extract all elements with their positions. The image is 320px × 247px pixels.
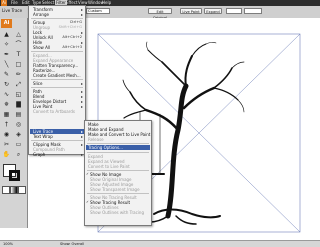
menu-separator [31, 18, 83, 19]
menu-separator [87, 193, 149, 194]
object-menu-create-gradient-mesh[interactable]: Create Gradient Mesh... [33, 73, 81, 78]
menu-item-label: Convert to Artboards [33, 109, 75, 114]
menu-shortcut: Alt+Ctrl+3 [62, 45, 82, 49]
free-transform-tool-icon[interactable]: ◱ [13, 90, 24, 99]
menu-item-label: Text Wrap [33, 134, 53, 139]
live-paint-bucket-tool-icon[interactable]: ◉ [1, 130, 12, 139]
gradient-mode-icon[interactable] [10, 186, 18, 194]
type-tool-icon[interactable]: T [13, 50, 24, 59]
blend-tool-icon[interactable]: ◎ [13, 120, 24, 129]
control-swatch-field[interactable] [226, 8, 242, 14]
submenu-arrow-icon: ▸ [80, 142, 83, 147]
lasso-tool-icon[interactable]: ⌒ [13, 40, 24, 49]
menu-item-label: Create Gradient Mesh... [33, 73, 81, 78]
none-mode-icon[interactable] [18, 186, 26, 194]
live-paint-selection-tool-icon[interactable]: ◈ [13, 130, 24, 139]
hand-tool-icon[interactable]: ✋ [1, 150, 12, 159]
object-menu-show-all[interactable]: Show All [33, 45, 50, 50]
live-trace-submenu: Make Make and Expand Make and Convert to… [84, 120, 152, 226]
checkmark-icon: ✓ [86, 200, 89, 204]
menu-item-label: Tracing Options... [88, 145, 123, 150]
magic-wand-tool-icon[interactable]: ✧ [1, 40, 12, 49]
zoom-tool-icon[interactable]: ⌕ [13, 150, 24, 159]
live-trace-show-outlines-with-tracing[interactable]: Show Outlines with Tracing [90, 210, 144, 215]
checkmark-icon: ✓ [86, 172, 89, 176]
graph-tool-icon[interactable]: ▇ [13, 100, 24, 109]
zoom-level[interactable]: 100% [3, 241, 13, 247]
menu-shortcut: Shift+Ctrl+G [58, 25, 82, 29]
symbol-sprayer-tool-icon[interactable]: ✵ [1, 100, 12, 109]
gradient-tool-icon[interactable]: ▤ [13, 110, 24, 119]
control-options-field[interactable] [244, 8, 262, 14]
app-badge-icon: Ai [1, 19, 12, 28]
live-trace-release[interactable]: Release [88, 137, 104, 142]
menu-item-label: Show All [33, 45, 51, 50]
rectangle-tool-icon[interactable]: □ [13, 60, 24, 69]
menu-item-label: Arrange [33, 12, 49, 17]
submenu-arrow-icon: ▸ [80, 152, 83, 157]
menu-separator [31, 79, 83, 80]
tracing-preset-value: Custom [88, 9, 102, 13]
live-trace-tracing-options[interactable]: Tracing Options... [88, 145, 123, 150]
menu-item-label: Convert to Live Paint [88, 164, 130, 169]
stroke-swatch[interactable] [9, 170, 20, 181]
menu-separator [31, 51, 83, 52]
edit-original-button[interactable]: Edit Original [148, 8, 172, 20]
menu-separator [87, 152, 149, 153]
menu-separator [87, 170, 149, 171]
mesh-tool-icon[interactable]: ▦ [1, 110, 12, 119]
object-menu-graph[interactable]: Graph [33, 152, 45, 157]
menu-separator [31, 87, 83, 88]
selection-tool-icon[interactable]: ▲ [1, 30, 12, 39]
object-menu-arrange[interactable]: Arrange [33, 12, 49, 17]
color-mode-icon[interactable] [2, 186, 10, 194]
menu-item-label: Show Transparent Image [90, 187, 140, 192]
menu-item-label: Graph [33, 152, 46, 157]
slice-tool-icon[interactable]: ✂ [1, 140, 12, 149]
menu-item-label: Show Outlines with Tracing [90, 210, 144, 215]
menu-shortcut: Alt+Ctrl+2 [62, 35, 82, 39]
menu-item-label: Slice [33, 81, 43, 86]
tracing-preset-select[interactable]: Custom [86, 8, 110, 14]
object-menu-slice[interactable]: Slice [33, 81, 42, 86]
submenu-arrow-icon: ▸ [80, 134, 83, 139]
pencil-tool-icon[interactable]: ✏ [13, 70, 24, 79]
menu-separator [31, 140, 83, 141]
scale-tool-icon[interactable]: ⤢ [13, 80, 24, 89]
eraser-tool-icon[interactable]: ▭ [13, 140, 24, 149]
line-tool-icon[interactable]: ╲ [1, 60, 12, 69]
live-trace-convert-to-live-paint[interactable]: Convert to Live Paint [88, 164, 130, 169]
menu-separator [87, 143, 149, 144]
submenu-arrow-icon: ▸ [80, 104, 83, 109]
live-paint-button[interactable]: Live Paint [180, 8, 202, 14]
object-menu: Transform ▸ Arrange ▸ Group Ctrl+G Ungro… [28, 5, 86, 157]
rotate-tool-icon[interactable]: ↻ [1, 80, 12, 89]
eyedropper-tool-icon[interactable]: † [1, 120, 12, 129]
object-menu-convert-to-artboards[interactable]: Convert to Artboards [33, 109, 75, 114]
expand-button[interactable]: Expand [204, 8, 222, 14]
submenu-arrow-icon: ▸ [80, 12, 83, 17]
paintbrush-tool-icon[interactable]: ✎ [1, 70, 12, 79]
control-bar-label: Live Trace [2, 8, 23, 13]
pen-tool-icon[interactable]: ✒ [1, 50, 12, 59]
direct-selection-tool-icon[interactable]: △ [13, 30, 24, 39]
live-trace-show-transparent-image[interactable]: Show Transparent Image [90, 187, 140, 192]
warp-tool-icon[interactable]: ∿ [1, 90, 12, 99]
status-info: Show: Overall [60, 242, 85, 246]
submenu-arrow-icon: ▸ [80, 81, 83, 86]
object-menu-text-wrap[interactable]: Text Wrap [33, 134, 53, 139]
tools-panel: Ai ▲ △ ✧ ⌒ ✒ T ╲ □ ✎ ✏ ↻ ⤢ ∿ ◱ ✵ ▇ ▦ ▤ †… [0, 18, 28, 228]
menu-item-label: Release [88, 137, 104, 142]
